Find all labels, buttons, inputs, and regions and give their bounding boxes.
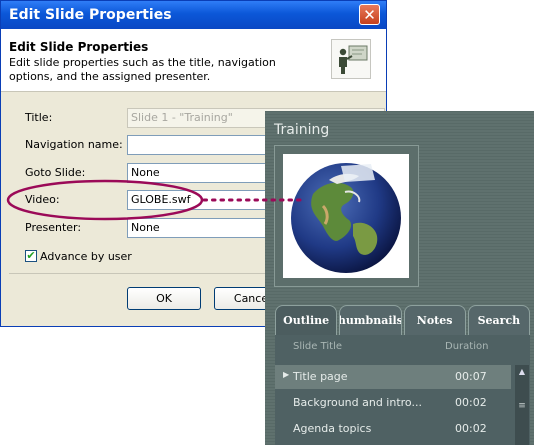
column-slide-title: Slide Title <box>293 341 343 352</box>
ok-button[interactable]: OK <box>127 287 201 310</box>
list-item[interactable]: Background and intro... 00:02 <box>275 391 511 415</box>
player-title: Training <box>274 122 330 138</box>
scroll-thumb[interactable]: ≡ <box>517 391 527 421</box>
advance-by-user-row[interactable]: ✔ Advance by user <box>25 248 132 264</box>
player-panel: Training Outline humbnails Notes Search … <box>265 111 534 445</box>
header-description: Edit slide properties such as the title,… <box>9 56 276 83</box>
tab-outline[interactable]: Outline <box>275 305 338 335</box>
close-button[interactable]: ✕ <box>359 4 380 25</box>
slide-duration: 00:02 <box>455 422 487 435</box>
outline-scrollbar[interactable]: ▲ ≡ <box>515 365 529 445</box>
video-label: Video: <box>25 193 60 206</box>
slide-title: Title page <box>293 370 348 383</box>
title-label: Title: <box>25 111 53 124</box>
slide-title: Background and intro... <box>293 396 422 409</box>
slide-duration: 00:07 <box>455 370 487 383</box>
presenter-board-icon <box>331 39 371 79</box>
dialog-header: Edit Slide Properties Edit slide propert… <box>1 29 386 92</box>
column-duration: Duration <box>445 341 489 352</box>
player-tabs: Outline humbnails Notes Search <box>275 305 530 335</box>
globe-image <box>283 154 409 278</box>
advance-label: Advance by user <box>40 249 132 263</box>
tab-search[interactable]: Search <box>467 305 530 335</box>
tab-thumbnails[interactable]: humbnails <box>339 305 402 335</box>
list-item[interactable]: ▶ Title page 00:07 <box>275 365 511 389</box>
presenter-label: Presenter: <box>25 221 82 234</box>
tab-notes[interactable]: Notes <box>403 305 466 335</box>
slide-thumbnail-frame <box>274 145 419 287</box>
list-item[interactable]: Agenda topics 00:02 <box>275 417 511 441</box>
advance-checkbox[interactable]: ✔ <box>25 250 37 262</box>
goto-slide-label: Goto Slide: <box>25 166 86 179</box>
dialog-title: Edit Slide Properties <box>9 7 172 23</box>
slide-title: Agenda topics <box>293 422 372 435</box>
checkmark-icon: ✔ <box>26 249 36 262</box>
slide-duration: 00:02 <box>455 396 487 409</box>
close-icon: ✕ <box>363 6 376 24</box>
navigation-name-label: Navigation name: <box>25 138 123 151</box>
header-title: Edit Slide Properties <box>9 40 149 54</box>
current-slide-arrow-icon: ▶ <box>283 370 290 379</box>
scroll-up-arrow-icon[interactable]: ▲ <box>515 365 529 379</box>
outline-list: Slide Title Duration ▶ Title page 00:07 … <box>275 335 530 445</box>
dialog-titlebar: Edit Slide Properties ✕ <box>1 1 386 29</box>
